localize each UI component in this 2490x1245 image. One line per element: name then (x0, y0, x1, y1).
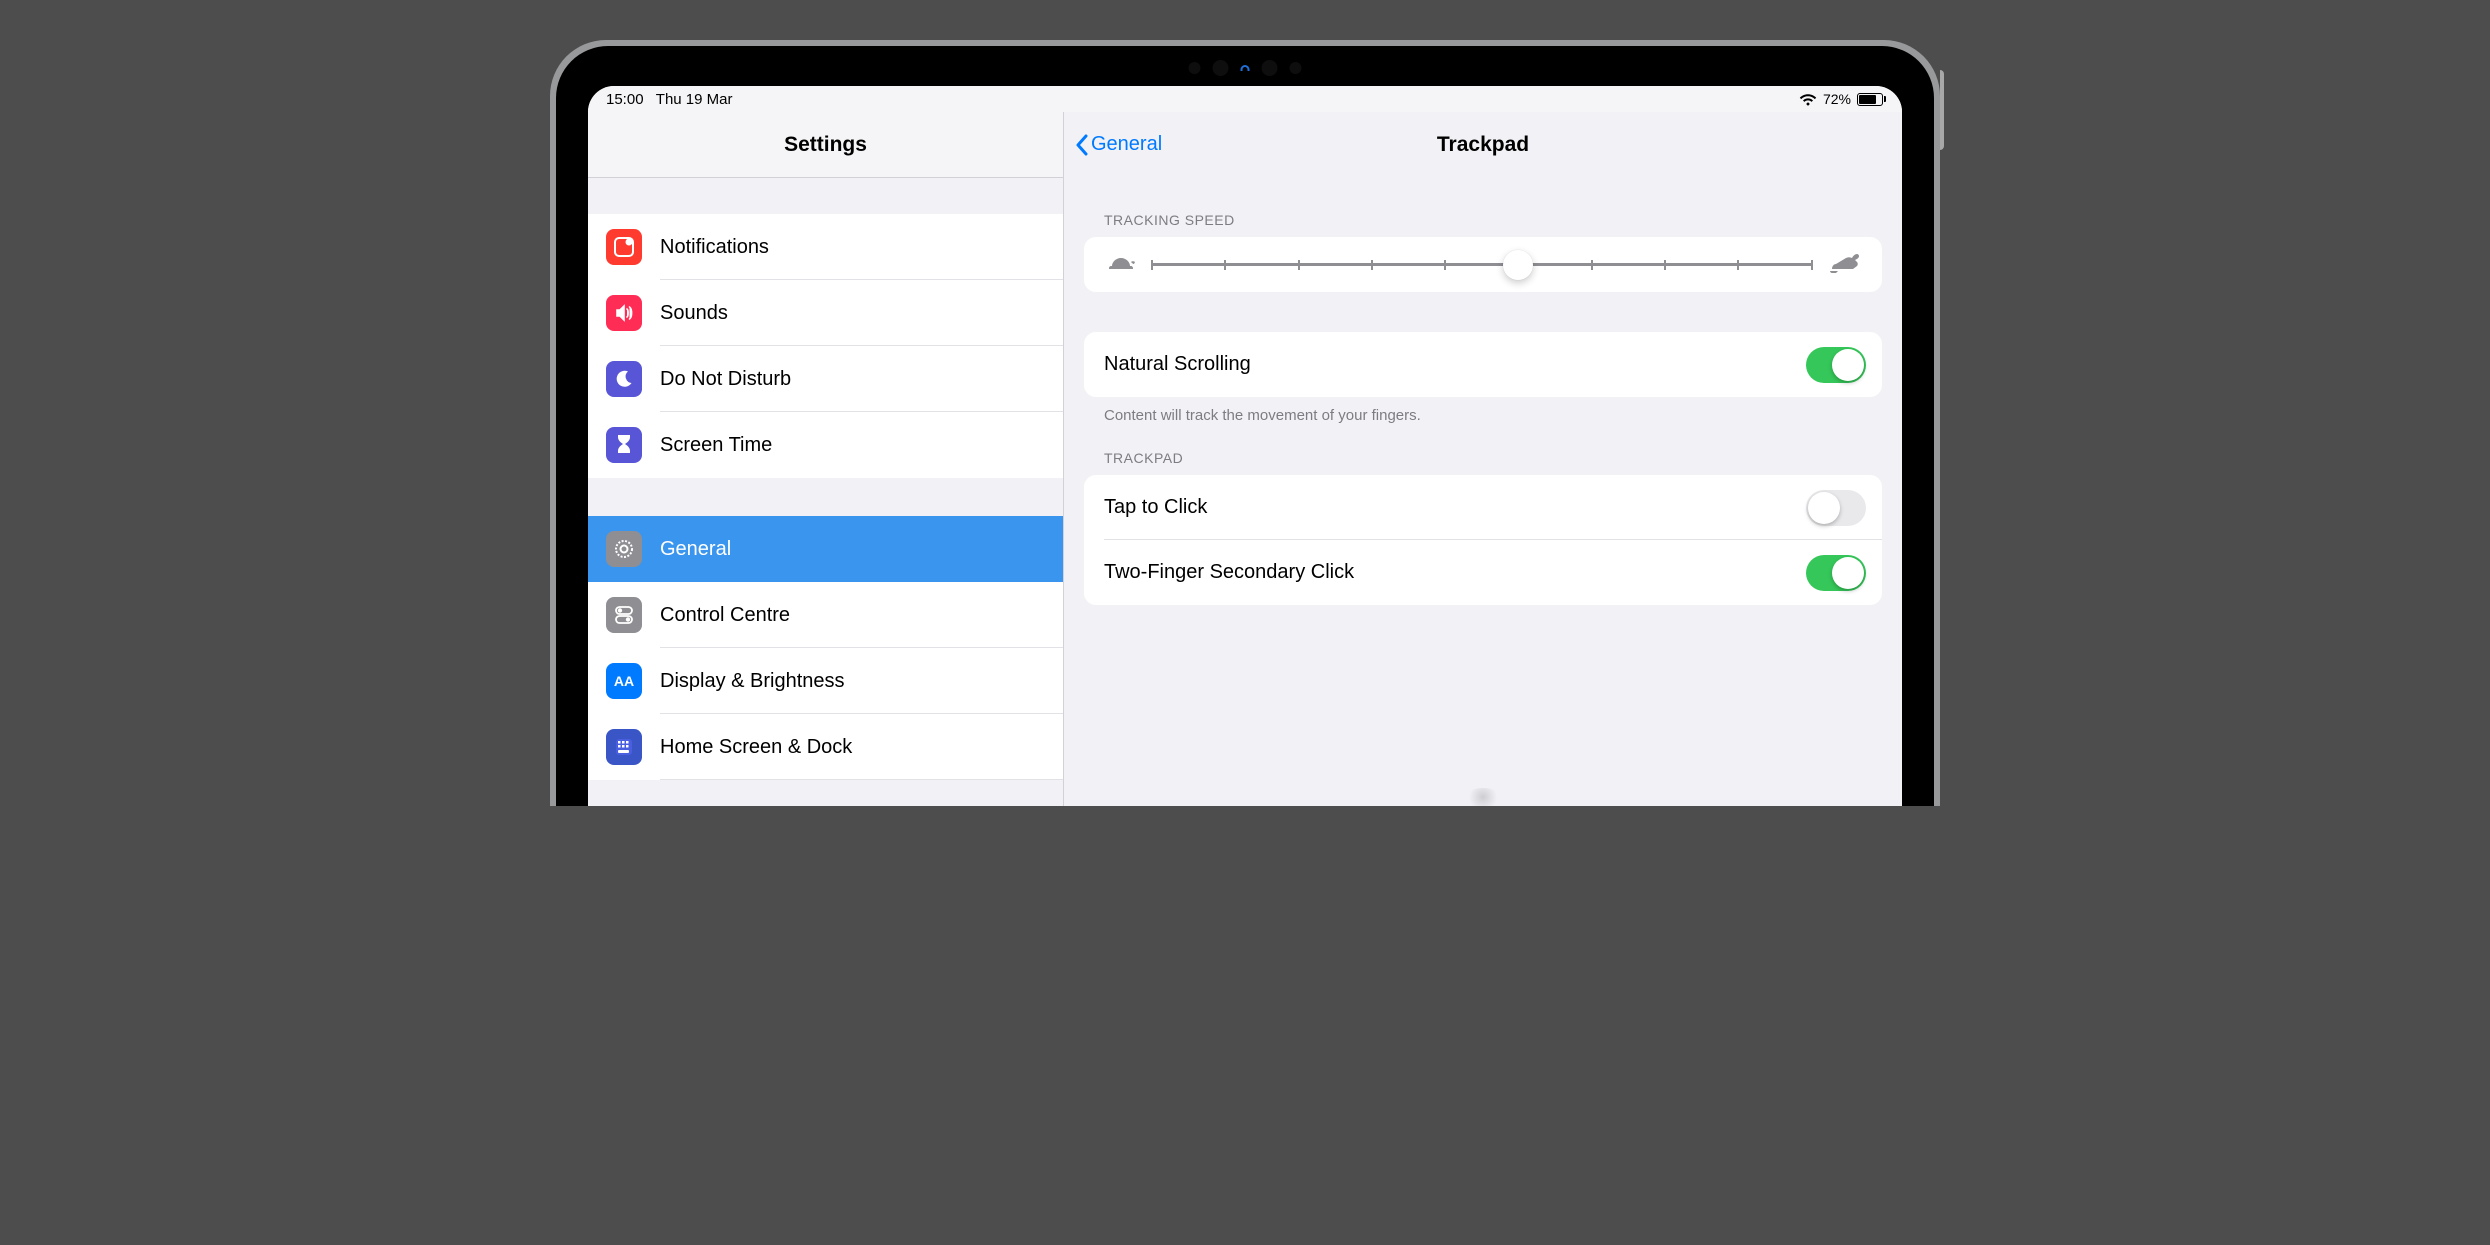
natural-scrolling-label: Natural Scrolling (1104, 353, 1251, 376)
status-time: 15:00 (606, 91, 644, 108)
device-side-button (1940, 70, 1944, 150)
tap-to-click-row[interactable]: Tap to Click (1084, 475, 1882, 540)
sidebar-item-control-centre[interactable]: Control Centre (588, 582, 1063, 648)
display-icon: AA (606, 663, 642, 699)
sidebar-item-sounds[interactable]: Sounds (588, 280, 1063, 346)
page-title: Trackpad (1437, 133, 1529, 157)
svg-text:AA: AA (614, 673, 634, 689)
tracking-speed-slider[interactable] (1152, 263, 1812, 266)
sidebar-item-general[interactable]: General (588, 516, 1063, 582)
sidebar-item-dnd[interactable]: Do Not Disturb (588, 346, 1063, 412)
notifications-icon (606, 229, 642, 265)
sidebar-item-screen-time[interactable]: Screen Time (588, 412, 1063, 478)
sidebar-item-label: Screen Time (660, 434, 772, 457)
tap-to-click-switch[interactable] (1806, 490, 1866, 526)
detail-pane: General Trackpad TRACKING SPEED (1064, 112, 1902, 806)
battery-icon (1857, 93, 1886, 106)
natural-scrolling-switch[interactable] (1806, 347, 1866, 383)
home-indicator (1465, 788, 1501, 806)
two-finger-click-row[interactable]: Two-Finger Secondary Click (1084, 540, 1882, 605)
sidebar-group-1: Notifications Sounds (588, 214, 1063, 478)
sidebar-item-label: Notifications (660, 236, 769, 259)
sidebar-item-display[interactable]: AA Display & Brightness (588, 648, 1063, 714)
camera-cluster (1189, 60, 1302, 76)
rabbit-icon (1828, 251, 1860, 278)
sidebar-item-label: Home Screen & Dock (660, 736, 852, 759)
tracking-speed-slider-card (1084, 237, 1882, 292)
natural-scrolling-note: Content will track the movement of your … (1104, 407, 1882, 424)
sidebar-item-notifications[interactable]: Notifications (588, 214, 1063, 280)
status-date: Thu 19 Mar (656, 91, 733, 108)
back-button[interactable]: General (1074, 112, 1162, 177)
trackpad-options-card: Tap to Click Two-Finger Secondary Click (1084, 475, 1882, 605)
screen-time-icon (606, 427, 642, 463)
tap-to-click-label: Tap to Click (1104, 496, 1207, 519)
two-finger-click-label: Two-Finger Secondary Click (1104, 561, 1354, 584)
two-finger-click-switch[interactable] (1806, 555, 1866, 591)
sidebar-title-bar: Settings (588, 112, 1063, 178)
detail-header: General Trackpad (1064, 112, 1902, 178)
back-label: General (1091, 133, 1162, 156)
dnd-icon (606, 361, 642, 397)
wifi-icon (1799, 93, 1817, 106)
settings-sidebar: Settings Notifications (588, 112, 1064, 806)
trackpad-section-header: TRACKPAD (1104, 450, 1882, 466)
sounds-icon (606, 295, 642, 331)
natural-scrolling-card: Natural Scrolling (1084, 332, 1882, 397)
sidebar-item-label: Control Centre (660, 604, 790, 627)
sidebar-title: Settings (784, 133, 867, 157)
tracking-speed-header: TRACKING SPEED (1104, 212, 1882, 228)
sidebar-item-label: General (660, 538, 731, 561)
status-battery-pct: 72% (1823, 91, 1851, 107)
sidebar-item-label: Display & Brightness (660, 670, 845, 693)
control-centre-icon (606, 597, 642, 633)
sidebar-item-label: Do Not Disturb (660, 368, 791, 391)
status-bar: 15:00 Thu 19 Mar 72% (588, 86, 1902, 112)
sidebar-item-label: Sounds (660, 302, 728, 325)
tortoise-icon (1106, 252, 1136, 277)
natural-scrolling-row[interactable]: Natural Scrolling (1084, 332, 1882, 397)
sidebar-item-home-dock[interactable]: Home Screen & Dock (588, 714, 1063, 780)
slider-thumb[interactable] (1503, 250, 1533, 280)
home-dock-icon (606, 729, 642, 765)
general-icon (606, 531, 642, 567)
sidebar-group-2: General Control Centre (588, 516, 1063, 780)
